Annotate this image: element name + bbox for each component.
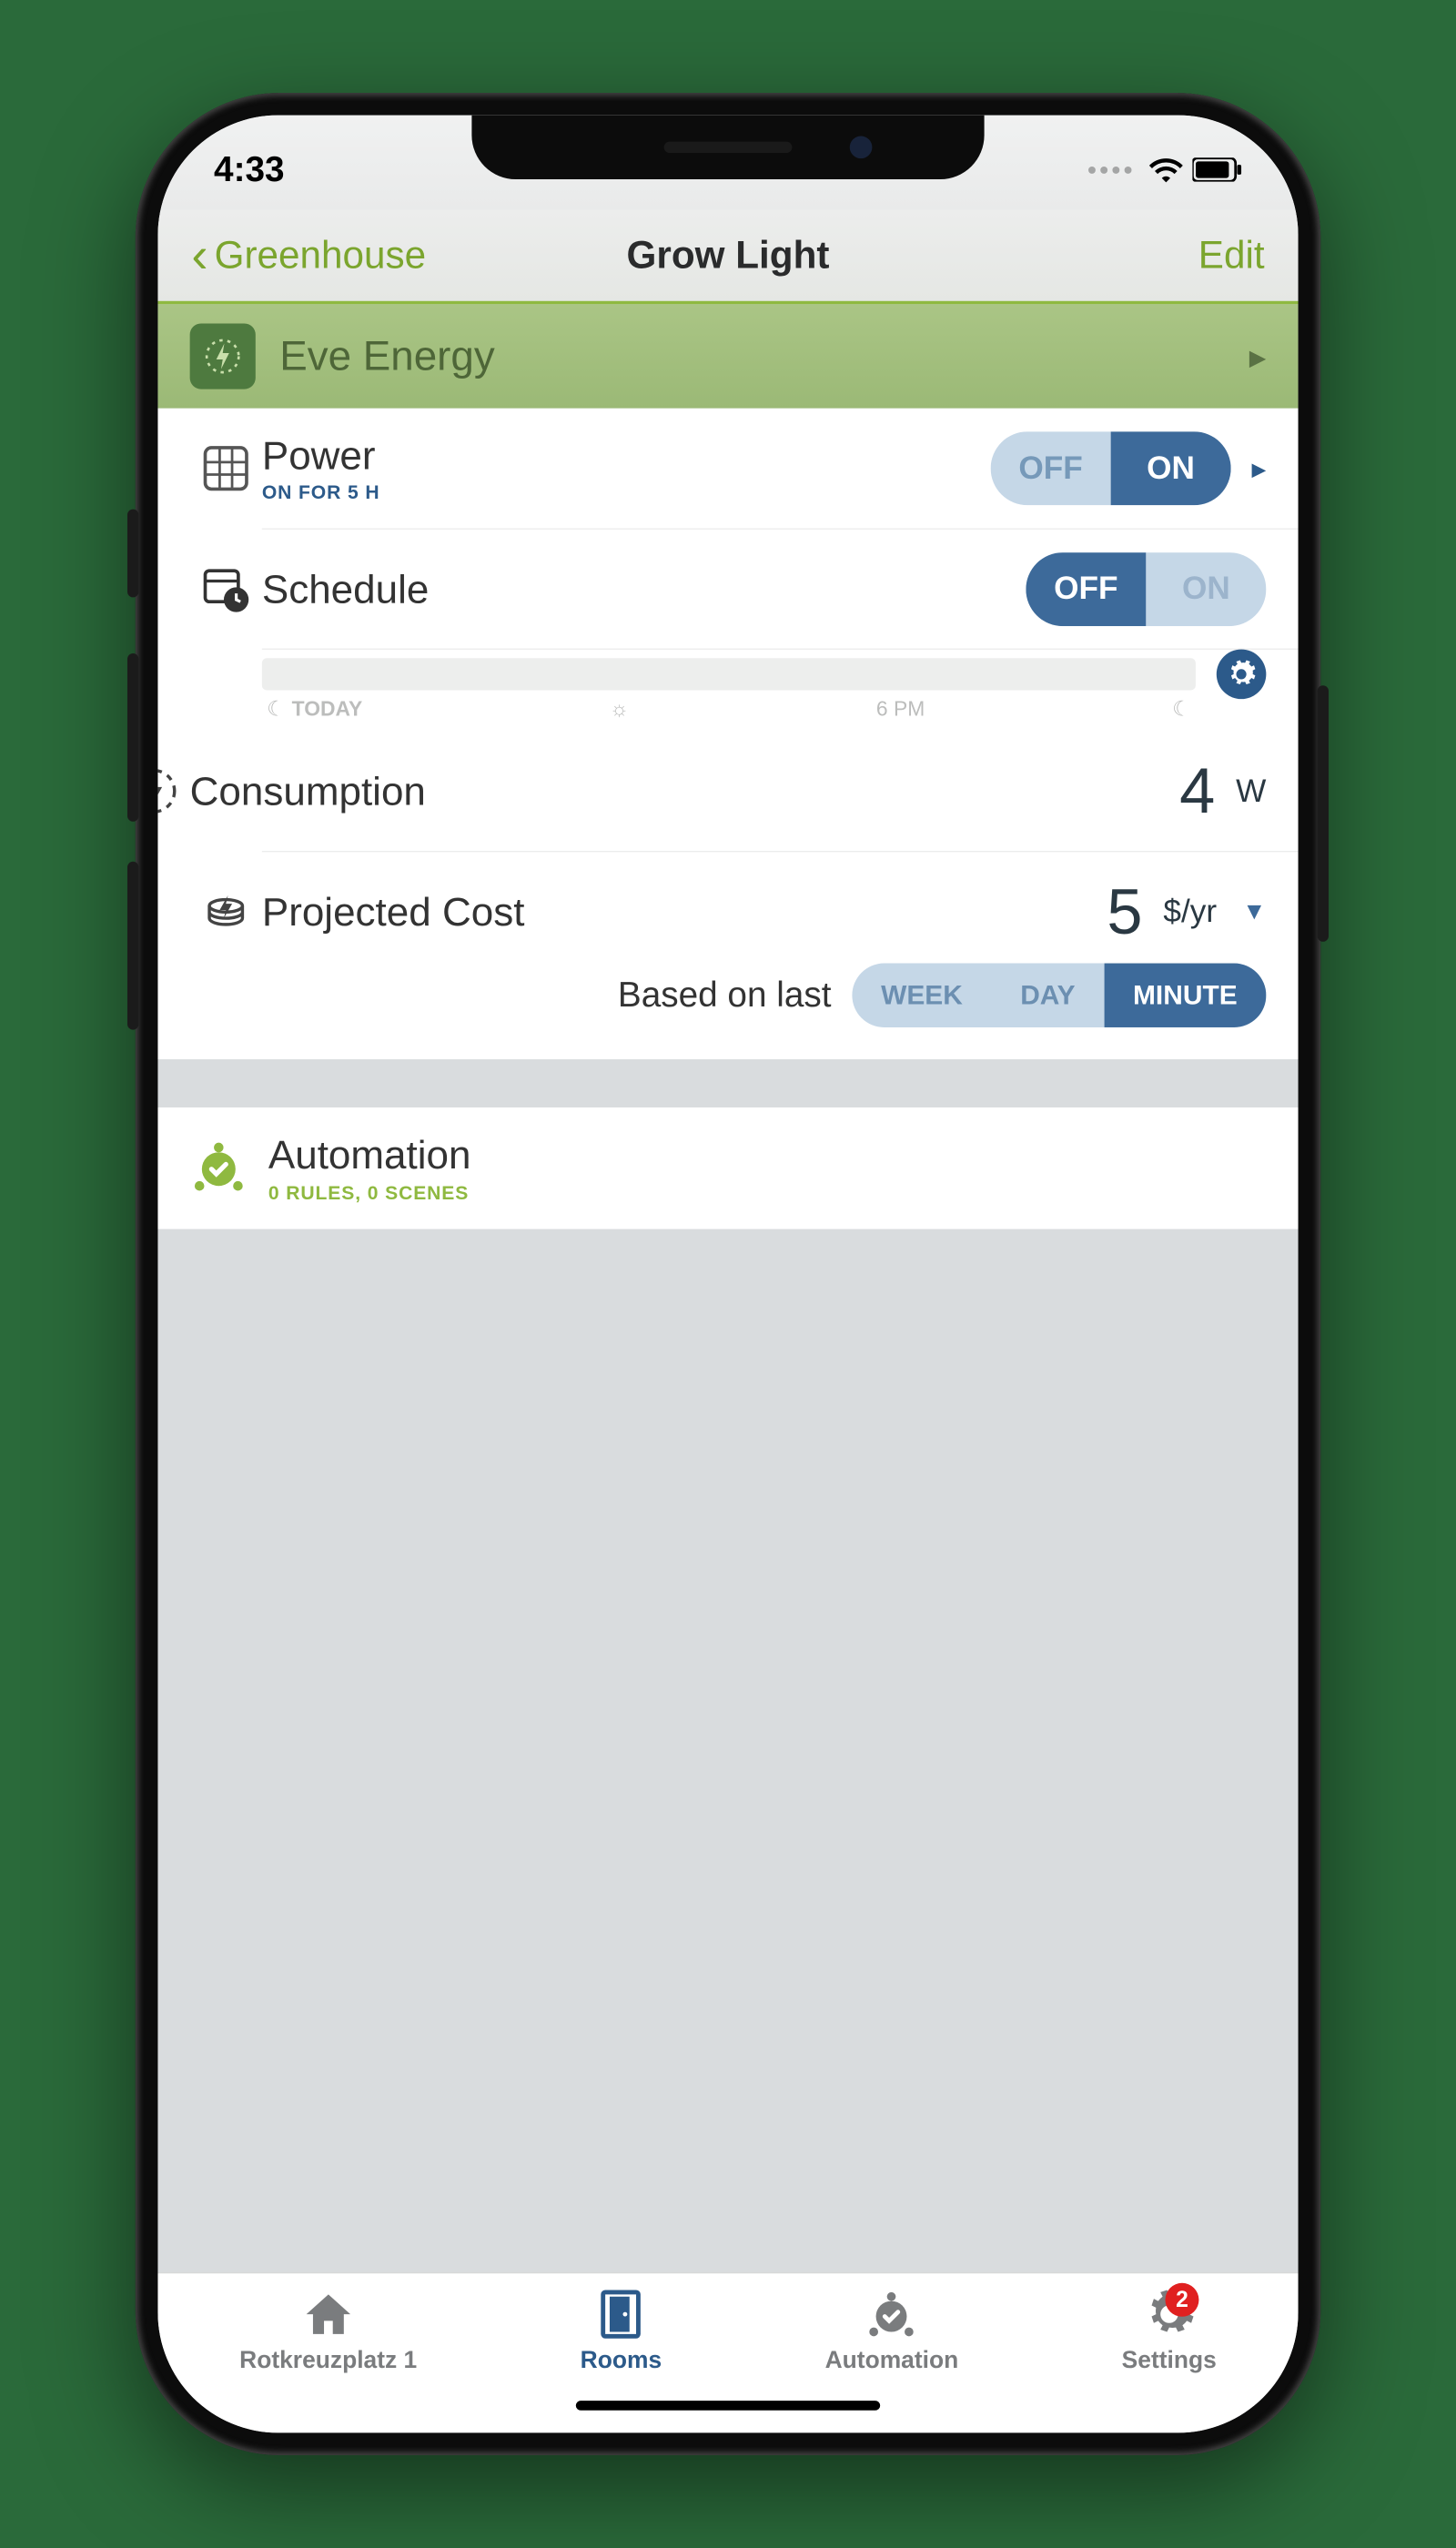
power-toggle[interactable]: OFF ON xyxy=(991,431,1231,505)
toggle-off-label: OFF xyxy=(1026,552,1146,626)
status-time: 4:33 xyxy=(214,149,285,189)
tab-automation-label: Automation xyxy=(825,2347,959,2374)
back-button[interactable]: ‹ Greenhouse xyxy=(191,227,426,283)
based-on-segmented[interactable]: WEEK DAY MINUTE xyxy=(852,964,1266,1027)
tab-bar: Rotkreuzplatz 1 Rooms Automation 2 Setti… xyxy=(157,2272,1298,2432)
based-on-label: Based on last xyxy=(618,976,832,1016)
automation-subtitle: 0 RULES, 0 SCENES xyxy=(268,1183,471,1206)
tab-settings-label: Settings xyxy=(1122,2347,1217,2374)
automation-section[interactable]: Automation 0 RULES, 0 SCENES xyxy=(157,1107,1298,1229)
tick-moon: ☾ xyxy=(1172,697,1191,722)
seg-minute[interactable]: MINUTE xyxy=(1104,964,1266,1027)
projected-cost-title: Projected Cost xyxy=(262,888,1107,935)
based-on-row: Based on last WEEK DAY MINUTE xyxy=(262,964,1299,1060)
tick-sun: ☼ xyxy=(610,697,629,722)
device-header[interactable]: Eve Energy ▸ xyxy=(157,304,1298,408)
consumption-unit: W xyxy=(1236,774,1266,810)
battery-icon xyxy=(1192,157,1242,181)
tab-home-label: Rotkreuzplatz 1 xyxy=(239,2347,417,2374)
seg-day[interactable]: DAY xyxy=(992,964,1105,1027)
coins-icon xyxy=(190,887,262,937)
projected-cost-row: Projected Cost 5 $/yr ▼ xyxy=(262,851,1299,971)
schedule-toggle[interactable]: OFF ON xyxy=(1026,552,1266,626)
notch xyxy=(471,116,984,179)
tab-automation[interactable]: Automation xyxy=(825,2288,959,2374)
toggle-on-label: ON xyxy=(1111,431,1231,505)
power-grid-icon xyxy=(190,443,262,493)
schedule-title: Schedule xyxy=(262,566,1026,612)
tab-rooms[interactable]: Rooms xyxy=(581,2288,662,2374)
timeline-bar[interactable]: ☾ TODAY ☼ 6 PM ☾ xyxy=(262,658,1196,690)
consumption-title: Consumption xyxy=(190,768,1179,814)
cellular-dots-icon xyxy=(1088,167,1132,174)
calendar-clock-icon xyxy=(190,564,262,614)
empty-area xyxy=(157,1229,1298,2273)
automation-title: Automation xyxy=(268,1131,471,1178)
wifi-icon xyxy=(1149,157,1183,182)
tab-settings[interactable]: 2 Settings xyxy=(1122,2288,1217,2374)
chevron-left-icon: ‹ xyxy=(191,227,207,283)
back-label: Greenhouse xyxy=(215,233,426,277)
tab-rooms-label: Rooms xyxy=(581,2347,662,2374)
projected-cost-value-button[interactable]: 5 $/yr ▼ xyxy=(1107,875,1266,948)
power-row: Power ON FOR 5 H OFF ON ▸ xyxy=(157,409,1298,529)
consumption-value: 4 xyxy=(1179,754,1215,828)
page-title: Grow Light xyxy=(627,233,830,277)
device-name: Eve Energy xyxy=(279,332,495,380)
tick-6pm: 6 PM xyxy=(876,697,925,722)
toggle-off-label: OFF xyxy=(991,431,1111,505)
edit-button[interactable]: Edit xyxy=(1198,233,1265,277)
phone-frame: 4:33 ‹ Greenhouse Grow Light Edit xyxy=(136,93,1320,2455)
power-title: Power xyxy=(262,432,991,479)
schedule-timeline: ☾ TODAY ☼ 6 PM ☾ xyxy=(262,649,1299,732)
nav-header: ‹ Greenhouse Grow Light Edit xyxy=(157,209,1298,304)
automation-icon xyxy=(190,1138,248,1199)
tick-today: ☾ TODAY xyxy=(267,697,362,722)
schedule-row: Schedule OFF ON xyxy=(262,529,1299,649)
section-gap xyxy=(157,1059,1298,1107)
cost-unit: $/yr xyxy=(1163,894,1217,930)
home-indicator[interactable] xyxy=(576,2401,880,2411)
power-subtitle: ON FOR 5 H xyxy=(262,482,991,505)
chevron-right-icon: ▸ xyxy=(1249,337,1267,376)
schedule-settings-button[interactable] xyxy=(1217,650,1267,700)
seg-week[interactable]: WEEK xyxy=(852,964,991,1027)
consumption-row: Consumption 4 W xyxy=(157,731,1298,851)
caret-down-icon: ▼ xyxy=(1242,898,1266,925)
tab-home[interactable]: Rotkreuzplatz 1 xyxy=(239,2288,417,2374)
toggle-on-label: ON xyxy=(1146,552,1266,626)
energy-bolt-icon xyxy=(190,323,256,389)
bolt-circle-icon xyxy=(157,766,189,816)
chevron-right-icon[interactable]: ▸ xyxy=(1251,451,1266,485)
settings-badge: 2 xyxy=(1165,2283,1198,2317)
cost-value: 5 xyxy=(1107,875,1142,948)
